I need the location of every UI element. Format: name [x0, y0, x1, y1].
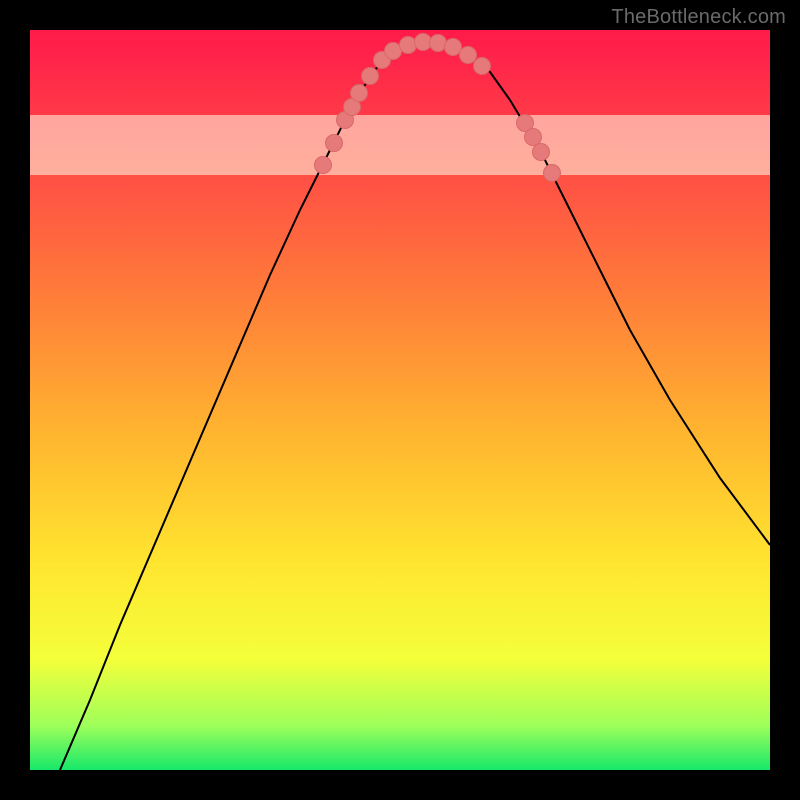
watermark-text: TheBottleneck.com — [611, 6, 786, 29]
curve-marker — [400, 37, 417, 54]
marker-group — [315, 34, 561, 182]
curve-marker — [326, 135, 343, 152]
curve-marker — [525, 129, 542, 146]
curve-marker — [460, 47, 477, 64]
curve-marker — [544, 165, 561, 182]
plot-area — [30, 30, 770, 770]
curve-marker — [445, 39, 462, 56]
chart-frame: TheBottleneck.com — [0, 0, 800, 800]
curve-marker — [430, 35, 447, 52]
curve-marker — [315, 157, 332, 174]
curve-marker — [362, 68, 379, 85]
bottleneck-curve — [60, 42, 770, 770]
curve-marker — [351, 85, 368, 102]
curve-marker — [415, 34, 432, 51]
curve-marker — [533, 144, 550, 161]
curve-marker — [474, 58, 491, 75]
chart-svg — [30, 30, 770, 770]
curve-marker — [385, 43, 402, 60]
